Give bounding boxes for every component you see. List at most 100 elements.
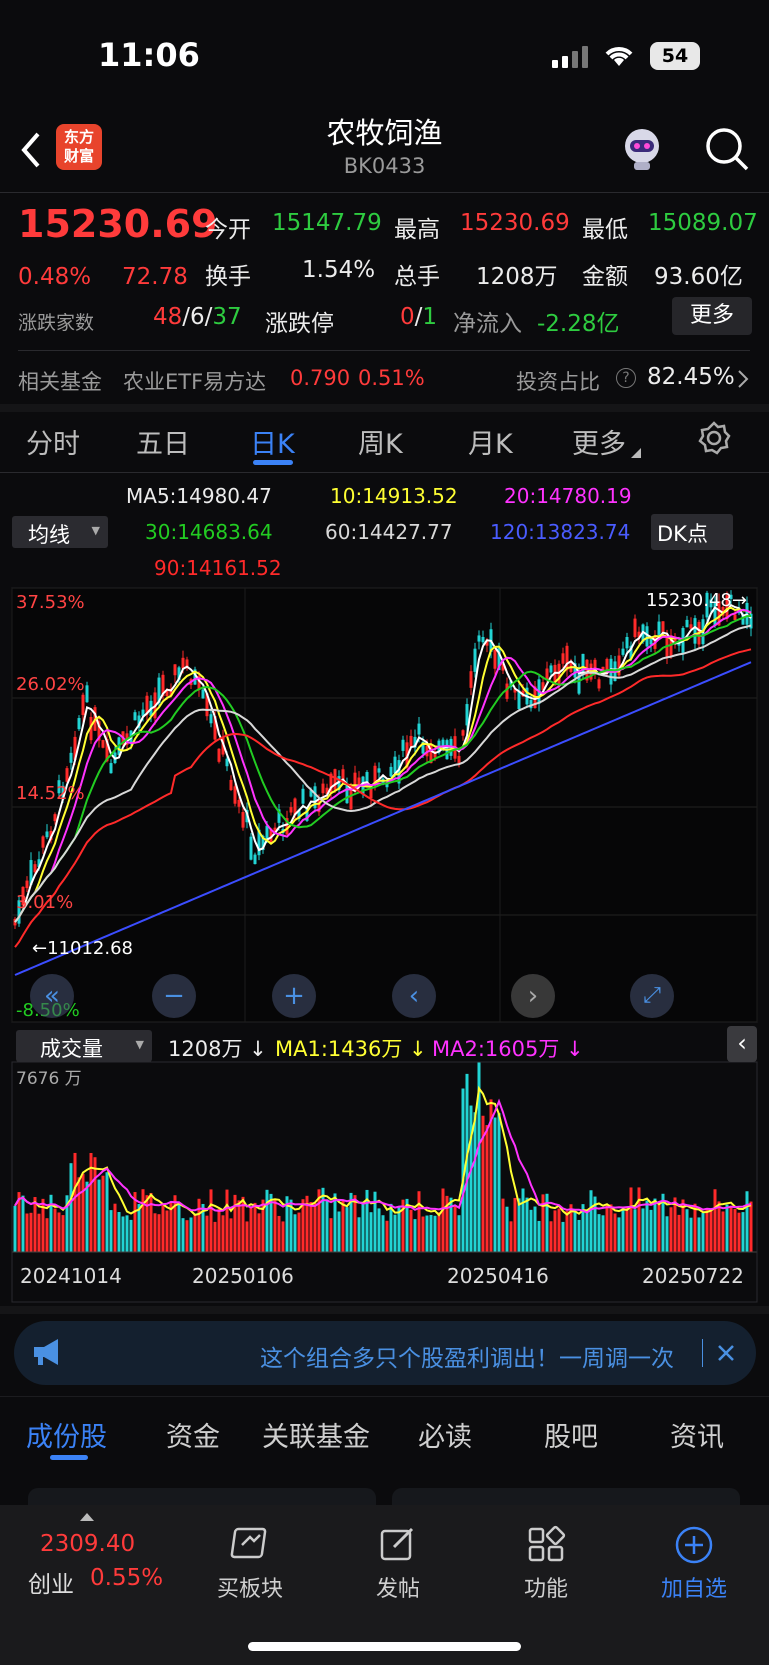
low-label: 最低: [582, 217, 628, 243]
volume-bar: [253, 1202, 257, 1252]
tab-must-read[interactable]: 必读: [418, 1415, 472, 1454]
y-label-2: 26.02%: [16, 674, 85, 695]
volume-ma2-line: [14, 1098, 752, 1214]
ma20-value: 20:14780.19: [504, 484, 632, 508]
pan-left-button[interactable]: ‹: [392, 974, 436, 1018]
volume-bar: [617, 1217, 621, 1252]
volume-bar: [525, 1197, 529, 1252]
volume-bar: [517, 1198, 521, 1252]
index-name[interactable]: 创业: [28, 1565, 74, 1599]
fund-name[interactable]: 农业ETF易方达: [123, 366, 266, 396]
volume-bar: [409, 1209, 413, 1252]
trade-icon: [230, 1527, 267, 1559]
volume-bar: [649, 1209, 653, 1252]
high-marker: 15230.48→: [646, 590, 747, 611]
dk-point-button[interactable]: DK点: [651, 514, 733, 550]
volume-bar: [337, 1211, 341, 1252]
volume-bar: [361, 1201, 365, 1252]
volume-bar: [669, 1207, 673, 1252]
search-icon[interactable]: [704, 126, 750, 172]
tab-five-day[interactable]: 五日: [136, 422, 190, 461]
fullscreen-button[interactable]: ⤢: [630, 974, 674, 1018]
volume-bar: [189, 1217, 193, 1252]
add-watchlist-button[interactable]: 加自选: [654, 1525, 734, 1603]
tab-weekly-k[interactable]: 周K: [358, 422, 403, 461]
settings-gear-icon[interactable]: [696, 420, 732, 456]
volume-bar: [273, 1199, 277, 1252]
high-value: 15230.69: [460, 210, 570, 236]
volume-value: 1208万: [476, 264, 558, 290]
dropdown-arrow-icon: ▼: [91, 524, 100, 537]
tab-monthly-k[interactable]: 月K: [468, 422, 513, 461]
robot-assistant-icon[interactable]: [618, 124, 666, 172]
volume-bar: [25, 1213, 29, 1252]
volume-bar: [505, 1206, 509, 1252]
battery-level: 54: [661, 45, 689, 67]
volume-bar: [725, 1204, 729, 1252]
volume-bar: [501, 1198, 505, 1252]
volume-bar: [249, 1207, 253, 1252]
help-icon[interactable]: ?: [616, 368, 636, 388]
buy-sector-button[interactable]: 买板块: [210, 1525, 290, 1603]
more-button[interactable]: 更多: [672, 297, 752, 335]
dropdown-corner-icon: [631, 448, 641, 458]
date-label-2: 20250106: [192, 1264, 294, 1288]
volume-bar: [425, 1215, 429, 1252]
chevron-right-icon[interactable]: [736, 368, 750, 390]
netflow-value: -2.28亿: [537, 311, 620, 337]
volume-bar: [697, 1217, 701, 1252]
features-button[interactable]: 功能: [506, 1525, 586, 1603]
volume-bar: [113, 1203, 117, 1252]
volume-bar: [77, 1177, 81, 1252]
zoom-in-button[interactable]: +: [272, 974, 316, 1018]
tab-related-funds[interactable]: 关联基金: [262, 1415, 370, 1454]
date-label-3: 20250416: [447, 1264, 549, 1288]
volume-bar: [165, 1210, 169, 1252]
volume-bar: [385, 1220, 389, 1252]
tab-constituents[interactable]: 成份股: [26, 1415, 107, 1454]
volume-bar: [205, 1215, 209, 1252]
volume-bar: [117, 1212, 121, 1252]
collapse-panel-button[interactable]: ‹: [727, 1026, 757, 1062]
amount-value: 93.60亿: [654, 264, 743, 290]
compose-icon: [380, 1527, 414, 1561]
pan-right-button[interactable]: ›: [511, 974, 555, 1018]
promo-banner[interactable]: 这个组合多只个股盈利调出！一周调一次: [14, 1321, 756, 1385]
volume-bar: [237, 1200, 241, 1252]
updown-counts: 48/6/37: [153, 304, 242, 330]
ma30-value: 30:14683.64: [145, 520, 273, 544]
volume-bar: [469, 1105, 473, 1252]
volume-bar: [521, 1188, 525, 1252]
tab-more[interactable]: 更多: [572, 422, 626, 461]
volume-bar: [621, 1206, 625, 1252]
volume-bar: [713, 1189, 717, 1252]
tab-intraday[interactable]: 分时: [26, 422, 80, 461]
scroll-left-far-button[interactable]: «: [30, 974, 74, 1018]
tab-daily-k[interactable]: 日K: [250, 422, 295, 461]
volume-bar: [597, 1214, 601, 1252]
expand-up-icon[interactable]: [80, 1513, 94, 1521]
zoom-out-button[interactable]: −: [152, 974, 196, 1018]
volume-bar: [81, 1173, 85, 1252]
tab-capital[interactable]: 资金: [166, 1415, 220, 1454]
volume-bar: [373, 1191, 377, 1252]
grid-apps-icon: [528, 1525, 566, 1562]
volume-bar: [29, 1212, 33, 1252]
buy-sector-label: 买板块: [216, 1577, 283, 1602]
volume-bar: [137, 1204, 141, 1252]
volume-bar: [193, 1214, 197, 1252]
volume-bar: [605, 1204, 609, 1252]
close-icon[interactable]: [716, 1343, 736, 1363]
tab-forum[interactable]: 股吧: [544, 1415, 598, 1454]
volume-bar: [413, 1219, 417, 1252]
post-label: 发帖: [375, 1577, 420, 1602]
indicator-selector[interactable]: 均线 ▼: [12, 516, 108, 548]
y-label-4: 3.01%: [16, 892, 74, 913]
volume-indicator-selector[interactable]: 成交量 ▼: [16, 1030, 152, 1062]
tab-news[interactable]: 资讯: [670, 1415, 724, 1454]
volume-bar: [297, 1212, 301, 1252]
turnover-value: 1.54%: [302, 257, 376, 283]
header: 东方 财富 农牧饲渔 BK0433: [0, 110, 769, 192]
volume-bar: [565, 1211, 569, 1252]
post-button[interactable]: 发帖: [358, 1525, 438, 1603]
